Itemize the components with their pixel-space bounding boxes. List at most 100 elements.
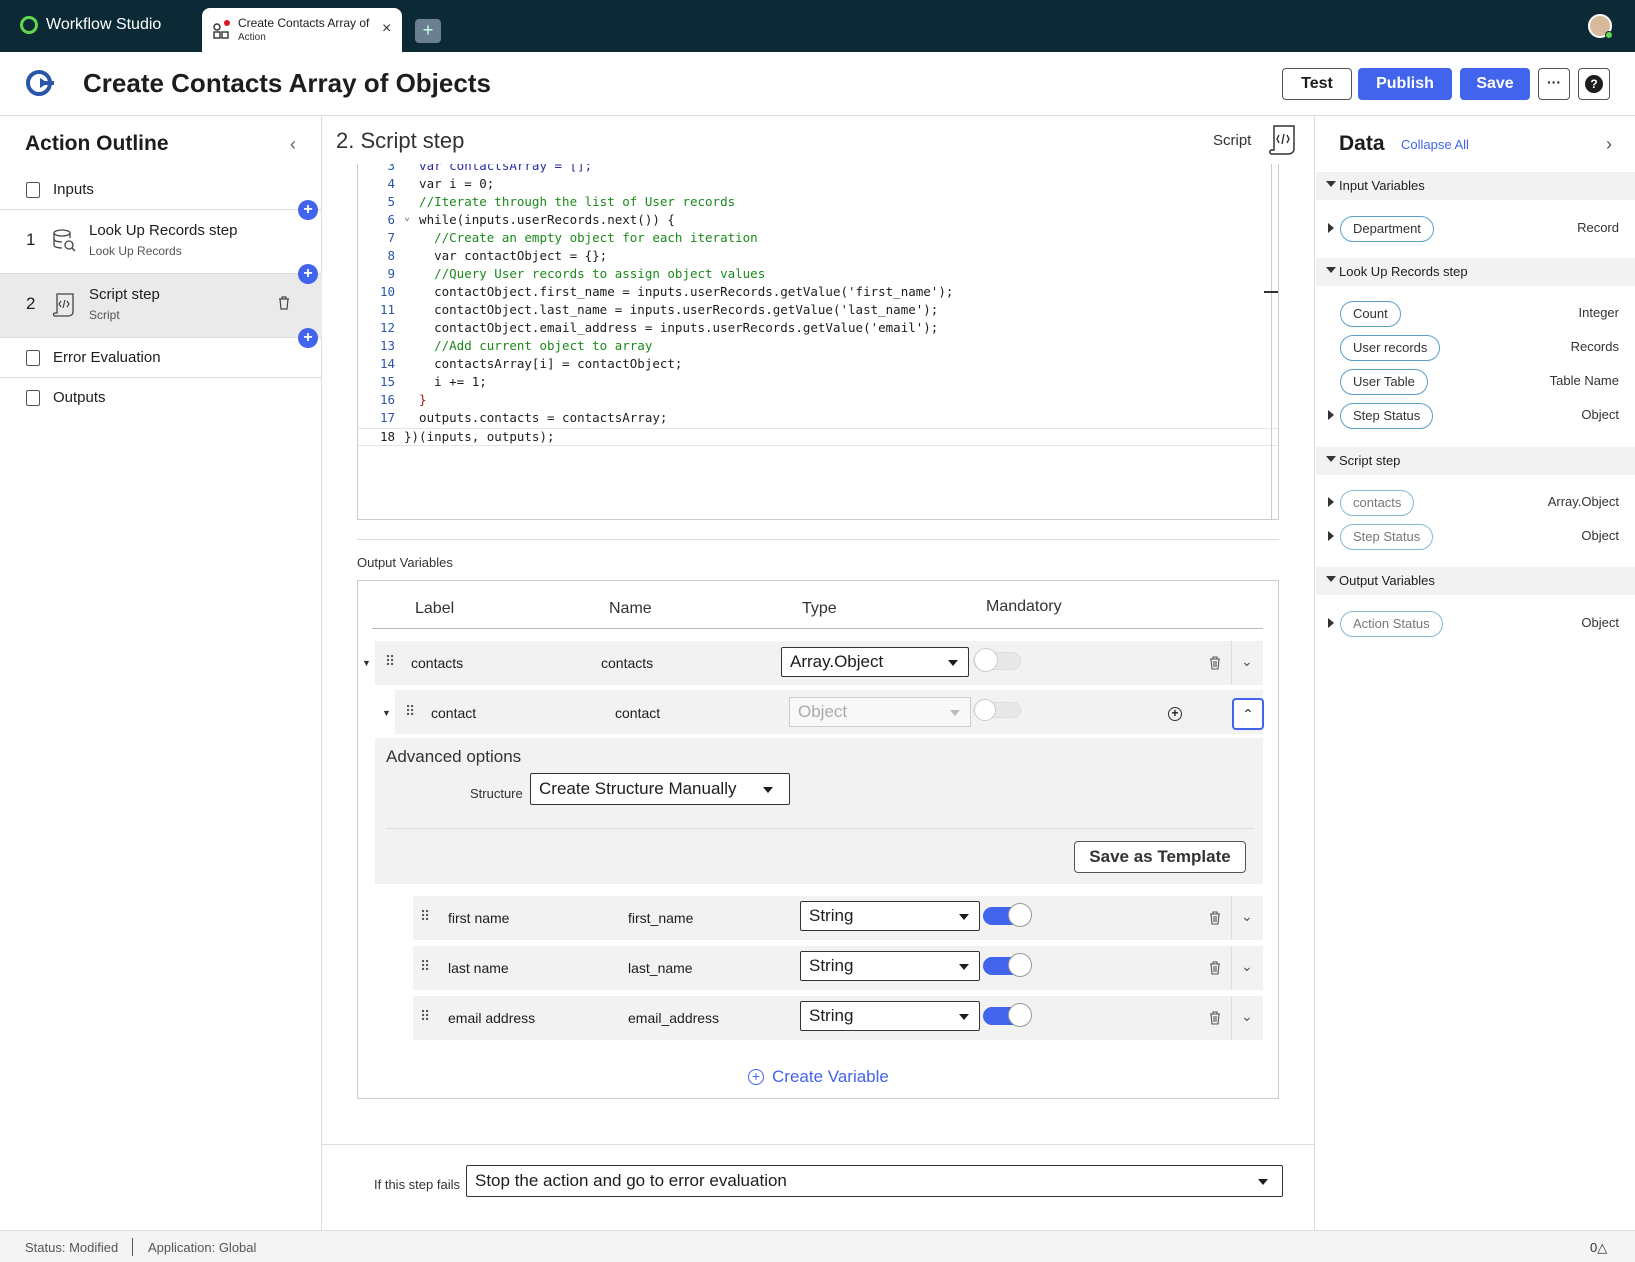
- add-step-button[interactable]: +: [298, 328, 318, 348]
- collapse-outline-icon[interactable]: ‹: [290, 134, 296, 155]
- chevron-down-icon[interactable]: ⌄: [1241, 958, 1253, 975]
- data-pill-user-table[interactable]: User Table: [1340, 369, 1428, 395]
- data-pill-department[interactable]: Department: [1340, 216, 1434, 242]
- variable-name[interactable]: first_name: [628, 910, 693, 926]
- code-line: 10 contactObject.first_name = inputs.use…: [379, 284, 954, 299]
- mandatory-toggle[interactable]: [983, 903, 1032, 927]
- collapse-all-link[interactable]: Collapse All: [1401, 137, 1469, 152]
- code-line: 4 var i = 0;: [387, 176, 495, 191]
- warning-count[interactable]: 0△: [1590, 1240, 1607, 1256]
- type-select[interactable]: String: [800, 901, 980, 931]
- row-separator: [1231, 641, 1232, 685]
- data-pill-step-status[interactable]: Step Status: [1340, 403, 1434, 429]
- step-number: 1: [26, 230, 36, 249]
- collapse-advanced-button[interactable]: ⌃: [1232, 698, 1264, 730]
- mandatory-toggle[interactable]: [983, 953, 1032, 977]
- add-step-button[interactable]: +: [298, 200, 318, 220]
- action-outline-panel: Action Outline ‹ Inputs 1 Look Up Record…: [0, 116, 322, 1230]
- section-input-variables[interactable]: Input Variables: [1316, 172, 1635, 200]
- app-brand[interactable]: Workflow Studio: [20, 16, 161, 34]
- data-type: Integer: [1578, 305, 1619, 320]
- expand-caret-icon[interactable]: ▼: [382, 708, 391, 718]
- add-child-icon[interactable]: +: [1168, 707, 1182, 721]
- outline-item-inputs[interactable]: Inputs: [0, 170, 322, 210]
- type-select[interactable]: Array.Object: [781, 647, 969, 677]
- data-pill-count[interactable]: Count: [1340, 301, 1401, 327]
- delete-icon[interactable]: [1209, 656, 1221, 670]
- caret-right-icon[interactable]: [1328, 497, 1334, 507]
- outline-title: Action Outline: [25, 132, 169, 155]
- script-icon: [1269, 125, 1295, 155]
- code-line: 6 ⌄ while(inputs.userRecords.next()) {: [387, 212, 675, 227]
- variable-name[interactable]: contact: [615, 705, 660, 721]
- code-line: 16 }: [379, 392, 427, 407]
- caret-right-icon[interactable]: [1328, 223, 1334, 233]
- publish-button[interactable]: Publish: [1358, 68, 1452, 100]
- outline-step-script[interactable]: 2 Script step Script: [0, 274, 322, 338]
- expand-caret-icon[interactable]: ▼: [362, 658, 371, 668]
- variable-label[interactable]: last name: [448, 960, 509, 976]
- delete-icon[interactable]: [1209, 961, 1221, 975]
- step-title: Look Up Records step: [89, 222, 238, 239]
- type-select-disabled: Object: [789, 697, 971, 727]
- chevron-right-icon[interactable]: ›: [1606, 134, 1612, 155]
- code-line: 3 var contactsArray = [];: [387, 164, 593, 173]
- chevron-down-icon[interactable]: ⌄: [1241, 1008, 1253, 1025]
- outline-item-outputs[interactable]: Outputs: [0, 378, 322, 418]
- tab-action[interactable]: Create Contacts Array of Objects Action …: [202, 8, 402, 52]
- step-fails-select[interactable]: Stop the action and go to error evaluati…: [466, 1165, 1283, 1197]
- variable-label[interactable]: first name: [448, 910, 509, 926]
- help-button[interactable]: ?: [1578, 68, 1610, 100]
- section-script-step[interactable]: Script step: [1316, 447, 1635, 475]
- caret-right-icon[interactable]: [1328, 618, 1334, 628]
- step-number: 2: [26, 294, 36, 313]
- caret-right-icon[interactable]: [1328, 410, 1334, 420]
- variable-label[interactable]: contacts: [411, 655, 463, 671]
- chevron-down-icon[interactable]: ⌄: [1241, 653, 1253, 670]
- drag-handle-icon[interactable]: ⠿: [420, 908, 430, 925]
- data-pill-step-status[interactable]: Step Status: [1340, 524, 1434, 550]
- drag-handle-icon[interactable]: ⠿: [420, 1008, 430, 1025]
- more-options-button[interactable]: ···: [1538, 68, 1570, 100]
- delete-icon[interactable]: [1209, 1011, 1221, 1025]
- structure-select[interactable]: Create Structure Manually: [530, 773, 790, 805]
- tab-close-icon[interactable]: ×: [382, 20, 391, 38]
- outline-step-lookup[interactable]: 1 Look Up Records step Look Up Records: [0, 210, 322, 274]
- drag-handle-icon[interactable]: ⠿: [405, 703, 415, 720]
- variable-name[interactable]: last_name: [628, 960, 693, 976]
- unsaved-indicator: [224, 20, 230, 26]
- chevron-down-icon[interactable]: ⌄: [1241, 908, 1253, 925]
- section-output-variables[interactable]: Output Variables: [1316, 567, 1635, 595]
- outline-item-error-evaluation[interactable]: Error Evaluation: [0, 338, 322, 378]
- type-select[interactable]: String: [800, 1001, 980, 1031]
- add-step-button[interactable]: +: [298, 264, 318, 284]
- type-select[interactable]: String: [800, 951, 980, 981]
- variable-name[interactable]: email_address: [628, 1010, 719, 1026]
- delete-step-icon[interactable]: [278, 296, 290, 310]
- new-tab-button[interactable]: +: [415, 19, 441, 43]
- section-title: Look Up Records step: [1339, 264, 1468, 279]
- section-look-up-records[interactable]: Look Up Records step: [1316, 258, 1635, 286]
- mandatory-toggle[interactable]: [973, 648, 1021, 672]
- application-text: Application: Global: [148, 1240, 257, 1255]
- variable-label[interactable]: email address: [448, 1010, 535, 1026]
- variable-label[interactable]: contact: [431, 705, 476, 721]
- create-variable-button[interactable]: + Create Variable: [748, 1067, 889, 1087]
- drag-handle-icon[interactable]: ⠿: [420, 958, 430, 975]
- editor-scrollbar[interactable]: [1271, 164, 1272, 519]
- data-pill-action-status[interactable]: Action Status: [1340, 611, 1443, 637]
- data-pill-contacts[interactable]: contacts: [1340, 490, 1415, 516]
- save-button[interactable]: Save: [1460, 68, 1530, 100]
- test-button[interactable]: Test: [1282, 68, 1352, 100]
- variable-name[interactable]: contacts: [601, 655, 653, 671]
- mandatory-toggle[interactable]: [983, 1003, 1032, 1027]
- mandatory-toggle[interactable]: [973, 699, 1021, 721]
- drag-handle-icon[interactable]: ⠿: [385, 653, 395, 670]
- caret-right-icon[interactable]: [1328, 531, 1334, 541]
- save-as-template-button[interactable]: Save as Template: [1074, 841, 1246, 873]
- divider: [357, 539, 1279, 540]
- delete-icon[interactable]: [1209, 911, 1221, 925]
- data-pill-user-records[interactable]: User records: [1340, 335, 1441, 361]
- script-editor[interactable]: 3 var contactsArray = []; 4 var i = 0; 5…: [357, 164, 1279, 520]
- section-title: Output Variables: [1339, 573, 1435, 588]
